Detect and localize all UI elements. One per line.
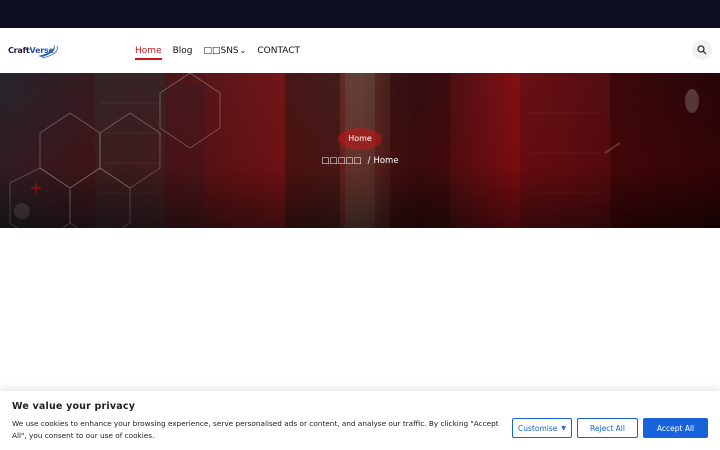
search-icon: [697, 45, 707, 55]
nav-item-blog[interactable]: Blog: [173, 46, 193, 56]
main-nav: Home Blog □□SNS⌄ CONTACT: [135, 28, 311, 73]
customise-button[interactable]: Customise ▼: [512, 418, 572, 438]
accept-all-button[interactable]: Accept All: [643, 418, 708, 438]
breadcrumb-current: Home: [373, 156, 399, 166]
breadcrumb-root-link[interactable]: □□□□□: [321, 156, 361, 166]
cookie-title: We value your privacy: [12, 401, 136, 412]
page-title: Home: [348, 134, 372, 143]
hero-overlay: [0, 73, 720, 228]
nav-item-home[interactable]: Home: [135, 46, 162, 60]
logo-text: CraftVerse: [8, 46, 54, 55]
reject-all-label: Reject All: [590, 423, 625, 433]
breadcrumb: □□□□□ / Home: [0, 156, 720, 166]
cookie-consent-banner: We value your privacy We use cookies to …: [0, 391, 720, 450]
nav-item-contact[interactable]: CONTACT: [257, 46, 300, 56]
accept-all-label: Accept All: [656, 423, 695, 433]
chevron-down-icon: ⌄: [239, 45, 247, 55]
breadcrumb-separator: /: [367, 156, 371, 166]
search-button[interactable]: [692, 40, 712, 60]
customise-label: Customise: [518, 423, 558, 433]
cookie-text: We use cookies to enhance your browsing …: [12, 419, 499, 440]
caret-down-icon: ▼: [561, 424, 566, 432]
reject-all-button[interactable]: Reject All: [577, 418, 638, 438]
top-bar: [0, 0, 720, 28]
nav-item-sns-label: □□SNS: [203, 45, 239, 56]
header-navbar: CraftVerse Home Blog □□SNS⌄ CONTACT: [0, 28, 720, 74]
nav-item-sns[interactable]: □□SNS⌄: [203, 46, 246, 56]
site-logo[interactable]: CraftVerse: [8, 40, 68, 62]
page-hero-banner: Home □□□□□ / Home: [0, 73, 720, 228]
